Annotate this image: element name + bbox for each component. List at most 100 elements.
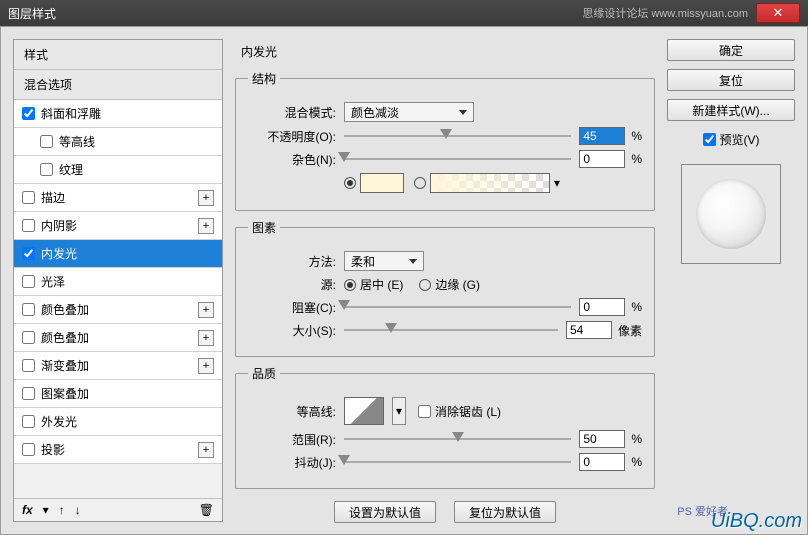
style-label: 图案叠加 (41, 385, 214, 402)
style-item[interactable]: 渐变叠加+ (14, 352, 222, 380)
source-center-radio[interactable] (344, 279, 356, 291)
style-checkbox[interactable] (22, 275, 35, 288)
elements-legend: 图素 (248, 219, 280, 236)
choke-slider[interactable] (344, 298, 571, 316)
add-instance-icon[interactable]: + (198, 330, 214, 346)
style-item[interactable]: 等高线 (14, 128, 222, 156)
style-item[interactable]: 内阴影+ (14, 212, 222, 240)
style-checkbox[interactable] (22, 443, 35, 456)
choke-input[interactable]: 0 (579, 298, 625, 316)
blend-mode-dropdown[interactable]: 颜色减淡 (344, 102, 474, 122)
styles-panel: 样式 混合选项 斜面和浮雕等高线纹理描边+内阴影+内发光光泽颜色叠加+颜色叠加+… (13, 39, 223, 522)
ok-button[interactable]: 确定 (667, 39, 795, 61)
jitter-label: 抖动(J): (248, 454, 344, 471)
style-item[interactable]: 投影+ (14, 436, 222, 464)
size-label: 大小(S): (248, 322, 344, 339)
chevron-down-icon[interactable]: ▾ (554, 176, 560, 190)
style-label: 光泽 (41, 273, 214, 290)
antialias-checkbox[interactable] (418, 405, 431, 418)
style-label: 渐变叠加 (41, 357, 198, 374)
move-down-icon[interactable]: ↓ (75, 503, 81, 517)
opacity-input[interactable]: 45 (579, 127, 625, 145)
style-checkbox[interactable] (22, 191, 35, 204)
jitter-slider[interactable] (344, 453, 571, 471)
color-radio[interactable] (344, 177, 356, 189)
new-style-button[interactable]: 新建样式(W)... (667, 99, 795, 121)
style-item[interactable]: 内发光 (14, 240, 222, 268)
chevron-down-icon[interactable]: ▾ (43, 503, 49, 517)
noise-slider[interactable] (344, 150, 571, 168)
opacity-slider[interactable] (344, 127, 571, 145)
style-item[interactable]: 颜色叠加+ (14, 324, 222, 352)
source-edge-label[interactable]: 边缘 (G) (435, 276, 480, 293)
size-input[interactable]: 54 (566, 321, 612, 339)
style-item[interactable]: 斜面和浮雕 (14, 100, 222, 128)
style-checkbox[interactable] (40, 135, 53, 148)
source-center-label[interactable]: 居中 (E) (360, 276, 403, 293)
style-checkbox[interactable] (22, 359, 35, 372)
color-swatch[interactable] (360, 173, 404, 193)
reset-default-button[interactable]: 复位为默认值 (454, 501, 556, 523)
style-item[interactable]: 描边+ (14, 184, 222, 212)
gradient-radio[interactable] (414, 177, 426, 189)
style-checkbox[interactable] (22, 219, 35, 232)
contour-label: 等高线: (248, 403, 344, 420)
method-label: 方法: (248, 253, 344, 270)
style-item[interactable]: 颜色叠加+ (14, 296, 222, 324)
opacity-unit: % (631, 129, 642, 143)
style-checkbox[interactable] (22, 303, 35, 316)
fx-menu[interactable]: fx (22, 503, 33, 517)
method-dropdown[interactable]: 柔和 (344, 251, 424, 271)
add-instance-icon[interactable]: + (198, 442, 214, 458)
make-default-button[interactable]: 设置为默认值 (334, 501, 436, 523)
preview-label[interactable]: 预览(V) (720, 131, 760, 148)
choke-label: 阻塞(C): (248, 299, 344, 316)
source-edge-radio[interactable] (419, 279, 431, 291)
close-button[interactable]: ✕ (756, 3, 800, 23)
cancel-button[interactable]: 复位 (667, 69, 795, 91)
contour-dropdown[interactable]: ▾ (392, 397, 406, 425)
add-instance-icon[interactable]: + (198, 190, 214, 206)
structure-group: 结构 混合模式: 颜色减淡 不透明度(O): 45 % 杂色(N): 0 % (235, 70, 655, 211)
preview-checkbox[interactable] (703, 133, 716, 146)
style-checkbox[interactable] (22, 107, 35, 120)
jitter-input[interactable]: 0 (579, 453, 625, 471)
add-instance-icon[interactable]: + (198, 302, 214, 318)
style-checkbox[interactable] (22, 387, 35, 400)
watermark-text: PS 爱好者 (677, 503, 728, 519)
contour-picker[interactable] (344, 397, 384, 425)
styles-header[interactable]: 样式 (14, 40, 222, 70)
style-label: 等高线 (59, 133, 214, 150)
add-instance-icon[interactable]: + (198, 358, 214, 374)
style-checkbox[interactable] (22, 415, 35, 428)
size-slider[interactable] (344, 321, 558, 339)
noise-input[interactable]: 0 (579, 150, 625, 168)
title-right-text: 思缘设计论坛 www.missyuan.com (582, 5, 748, 21)
range-slider[interactable] (344, 430, 571, 448)
quality-legend: 品质 (248, 365, 280, 382)
opacity-label: 不透明度(O): (248, 128, 344, 145)
style-item[interactable]: 纹理 (14, 156, 222, 184)
range-input[interactable]: 50 (579, 430, 625, 448)
blend-options-header[interactable]: 混合选项 (14, 70, 222, 100)
add-instance-icon[interactable]: + (198, 218, 214, 234)
antialias-label[interactable]: 消除锯齿 (L) (435, 403, 501, 420)
style-item[interactable]: 图案叠加 (14, 380, 222, 408)
style-checkbox[interactable] (40, 163, 53, 176)
styles-bottom-bar: fx ▾ ↑ ↓ 🗑 (14, 498, 222, 521)
gradient-swatch[interactable] (430, 173, 550, 193)
trash-icon[interactable]: 🗑 (199, 503, 214, 517)
blend-mode-label: 混合模式: (248, 104, 344, 121)
style-item[interactable]: 光泽 (14, 268, 222, 296)
style-checkbox[interactable] (22, 247, 35, 260)
style-item[interactable]: 外发光 (14, 408, 222, 436)
panel-title: 内发光 (241, 43, 655, 60)
title-bar: 图层样式 思缘设计论坛 www.missyuan.com ✕ (0, 0, 808, 26)
style-label: 内发光 (41, 245, 214, 262)
move-up-icon[interactable]: ↑ (59, 503, 65, 517)
range-label: 范围(R): (248, 431, 344, 448)
style-label: 颜色叠加 (41, 301, 198, 318)
elements-group: 图素 方法: 柔和 源: 居中 (E) 边缘 (G) 阻塞(C): 0 % 大小… (235, 219, 655, 357)
noise-label: 杂色(N): (248, 151, 344, 168)
style-checkbox[interactable] (22, 331, 35, 344)
